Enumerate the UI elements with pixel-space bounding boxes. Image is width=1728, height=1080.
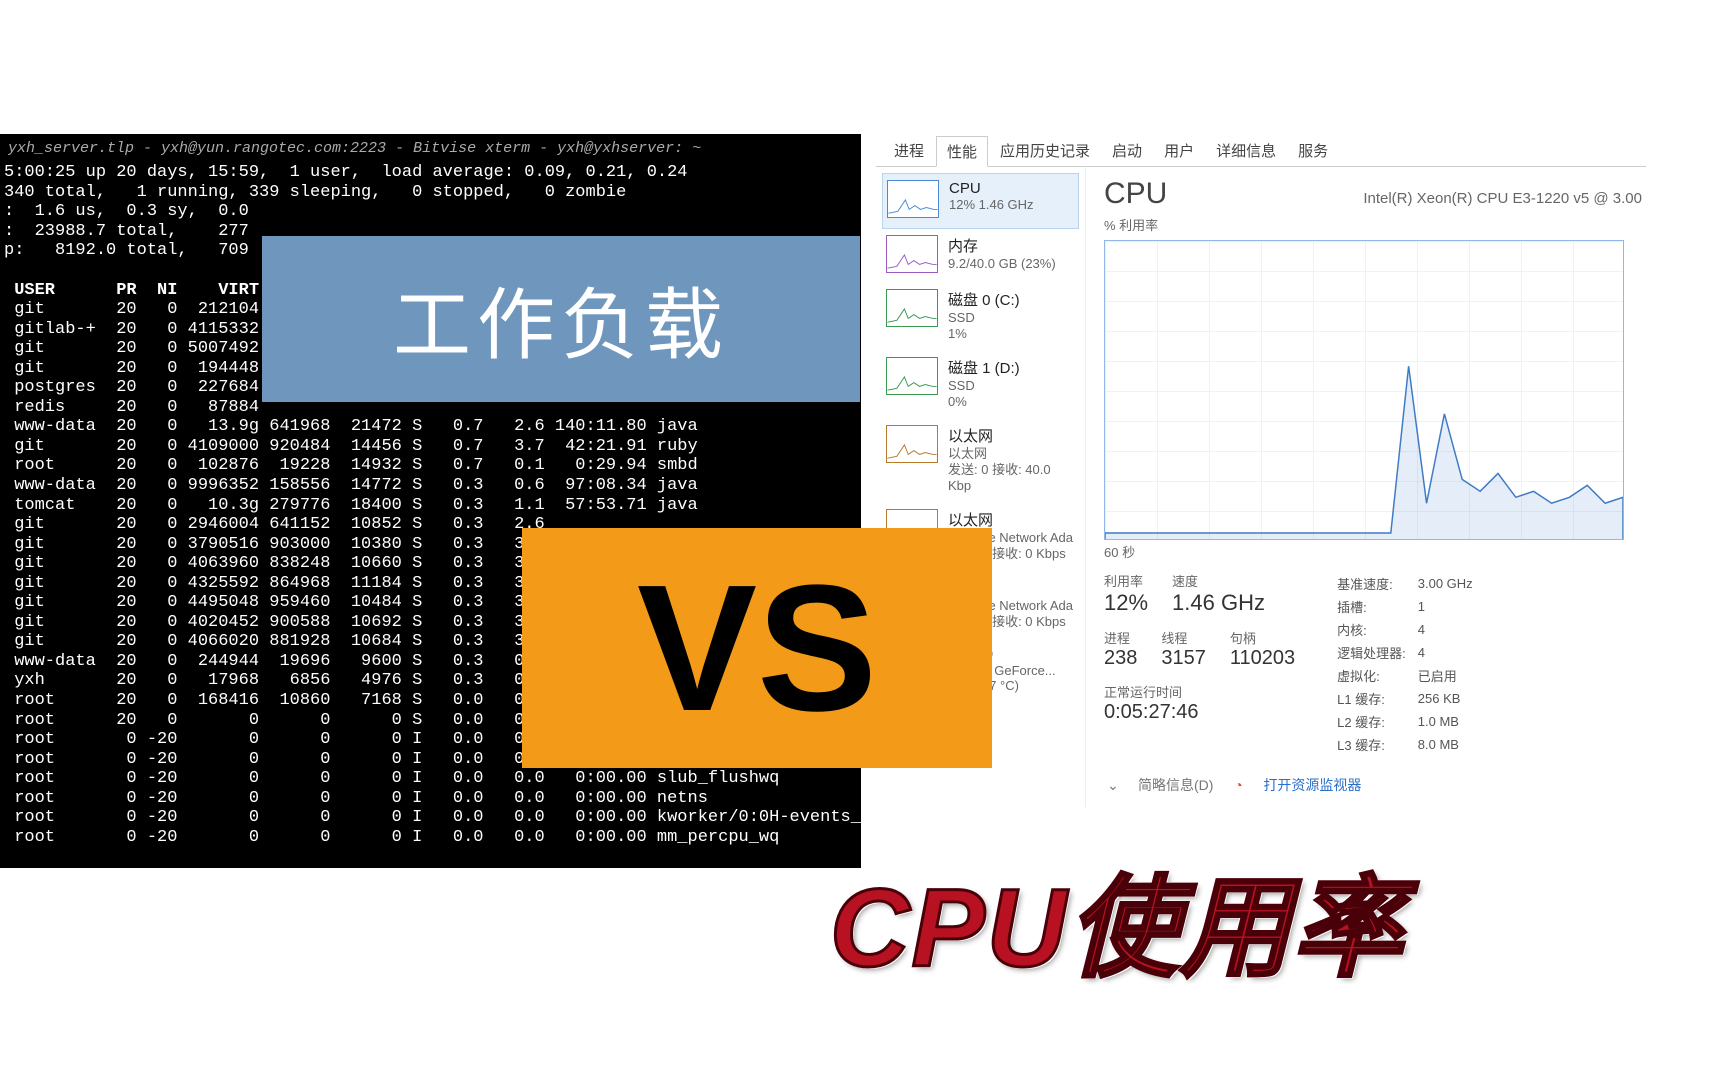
cpu-model: Intel(R) Xeon(R) CPU E3-1220 v5 @ 3.00 (1363, 190, 1642, 207)
sidebar-item-3[interactable]: 磁盘 1 (D:)SSD 0% (882, 351, 1079, 419)
cpu-title: CPU (1104, 177, 1167, 211)
monitor-icon: ◔ (1229, 776, 1247, 794)
sidebar-item-name: 以太网 (948, 509, 1073, 530)
sidebar-thumb-icon (886, 425, 938, 463)
tab-用户[interactable]: 用户 (1154, 136, 1204, 166)
resource-monitor-link[interactable]: 打开资源监视器 (1263, 775, 1361, 795)
stat-speed-label: 速度 (1172, 571, 1265, 590)
tab-进程[interactable]: 进程 (884, 136, 934, 166)
sidebar-thumb-icon (886, 235, 938, 273)
cpu-spec-table: 基准速度:3.00 GHz插槽:1内核:4逻辑处理器:4虚拟化:已启用L1 缓存… (1335, 571, 1485, 757)
spec-row: 逻辑处理器:4 (1337, 642, 1483, 663)
process-row: root 0 -20 0 0 0 I 0.0 0.0 0:00.00 netns (0, 789, 861, 809)
sidebar-item-sub: SSD 1% (948, 310, 1020, 341)
overlay-vs-label: VS (522, 528, 992, 768)
terminal-cpu: : 1.6 us, 0.3 sy, 0.0 (0, 202, 861, 222)
sidebar-item-name: 磁盘 1 (D:) (948, 357, 1020, 378)
sidebar-thumb-icon (886, 289, 938, 327)
sidebar-item-sub: 以太网 发送: 0 接收: 40.0 Kbp (948, 446, 1075, 493)
sidebar-thumb-icon (886, 357, 938, 395)
process-row: root 20 0 102876 19228 14932 S 0.7 0.1 0… (0, 456, 861, 476)
terminal-uptime: 5:00:25 up 20 days, 15:59, 1 user, load … (0, 163, 861, 183)
sidebar-item-1[interactable]: 内存9.2/40.0 GB (23%) (882, 229, 1079, 283)
process-row: root 0 -20 0 0 0 I 0.0 0.0 0:00.00 mm_pe… (0, 828, 861, 848)
stat-threads-label: 线程 (1161, 628, 1206, 647)
stat-util-value: 12% (1104, 590, 1148, 616)
sidebar-item-4[interactable]: 以太网以太网 发送: 0 接收: 40.0 Kbp (882, 419, 1079, 503)
spec-row: 基准速度:3.00 GHz (1337, 573, 1483, 594)
process-row: git 20 0 4109000 920484 14456 S 0.7 3.7 … (0, 437, 861, 457)
stat-handles-value: 110203 (1230, 647, 1295, 670)
stat-speed-value: 1.46 GHz (1172, 590, 1265, 616)
spec-row: L1 缓存:256 KB (1337, 688, 1483, 709)
overlay-cpu-usage-label: CPU使用率 (830, 838, 1404, 998)
spec-row: L2 缓存:1.0 MB (1337, 711, 1483, 732)
sidebar-item-sub: 12% 1.46 GHz (949, 197, 1034, 213)
sidebar-item-sub: SSD 0% (948, 378, 1020, 409)
stat-uptime-label: 正常运行时间 (1104, 682, 1295, 701)
cpu-detail-pane: CPU Intel(R) Xeon(R) CPU E3-1220 v5 @ 3.… (1086, 167, 1646, 807)
spec-row: 插槽:1 (1337, 596, 1483, 617)
sidebar-item-0[interactable]: CPU12% 1.46 GHz (882, 173, 1079, 229)
sidebar-item-name: 磁盘 0 (C:) (948, 289, 1020, 310)
terminal-title: yxh_server.tlp - yxh@yun.rangotec.com:22… (0, 140, 861, 163)
brief-info-link[interactable]: 简略信息(D) (1138, 775, 1213, 795)
stat-threads-value: 3157 (1161, 647, 1206, 670)
process-row: root 0 -20 0 0 0 I 0.0 0.0 0:00.00 slub_… (0, 769, 861, 789)
util-axis-label: % 利用率 (1104, 215, 1646, 234)
sidebar-item-2[interactable]: 磁盘 0 (C:)SSD 1% (882, 283, 1079, 351)
task-manager-tabs: 进程性能应用历史记录启动用户详细信息服务 (876, 134, 1646, 167)
stat-handles-label: 句柄 (1230, 628, 1295, 647)
tab-应用历史记录[interactable]: 应用历史记录 (990, 136, 1100, 166)
tab-服务[interactable]: 服务 (1288, 136, 1338, 166)
spec-row: 虚拟化:已启用 (1337, 665, 1483, 686)
process-row: www-data 20 0 9996352 158556 14772 S 0.3… (0, 476, 861, 496)
chevron-down-icon: ⌄ (1104, 776, 1122, 794)
sidebar-thumb-icon (887, 180, 939, 218)
terminal-tasks: 340 total, 1 running, 339 sleeping, 0 st… (0, 183, 861, 203)
spec-row: 内核:4 (1337, 619, 1483, 640)
tab-详细信息[interactable]: 详细信息 (1206, 136, 1286, 166)
sidebar-item-name: CPU (949, 180, 1034, 197)
tab-性能[interactable]: 性能 (936, 136, 988, 167)
overlay-workload-label: 工作负载 (262, 236, 860, 402)
stat-util-label: 利用率 (1104, 571, 1148, 590)
tab-启动[interactable]: 启动 (1102, 136, 1152, 166)
sidebar-item-sub: 9.2/40.0 GB (23%) (948, 256, 1056, 272)
spec-row: L3 缓存:8.0 MB (1337, 734, 1483, 755)
process-row: www-data 20 0 13.9g 641968 21472 S 0.7 2… (0, 417, 861, 437)
process-row: root 0 -20 0 0 0 I 0.0 0.0 0:00.00 kwork… (0, 808, 861, 828)
stat-proc-label: 进程 (1104, 628, 1137, 647)
sidebar-item-name: 以太网 (948, 425, 1075, 446)
stat-uptime-value: 0:05:27:46 (1104, 701, 1295, 724)
chart-x-label: 60 秒 (1104, 542, 1646, 561)
process-row: tomcat 20 0 10.3g 279776 18400 S 0.3 1.1… (0, 496, 861, 516)
stat-proc-value: 238 (1104, 647, 1137, 670)
sidebar-item-name: 内存 (948, 235, 1056, 256)
cpu-utilization-chart (1104, 240, 1624, 540)
